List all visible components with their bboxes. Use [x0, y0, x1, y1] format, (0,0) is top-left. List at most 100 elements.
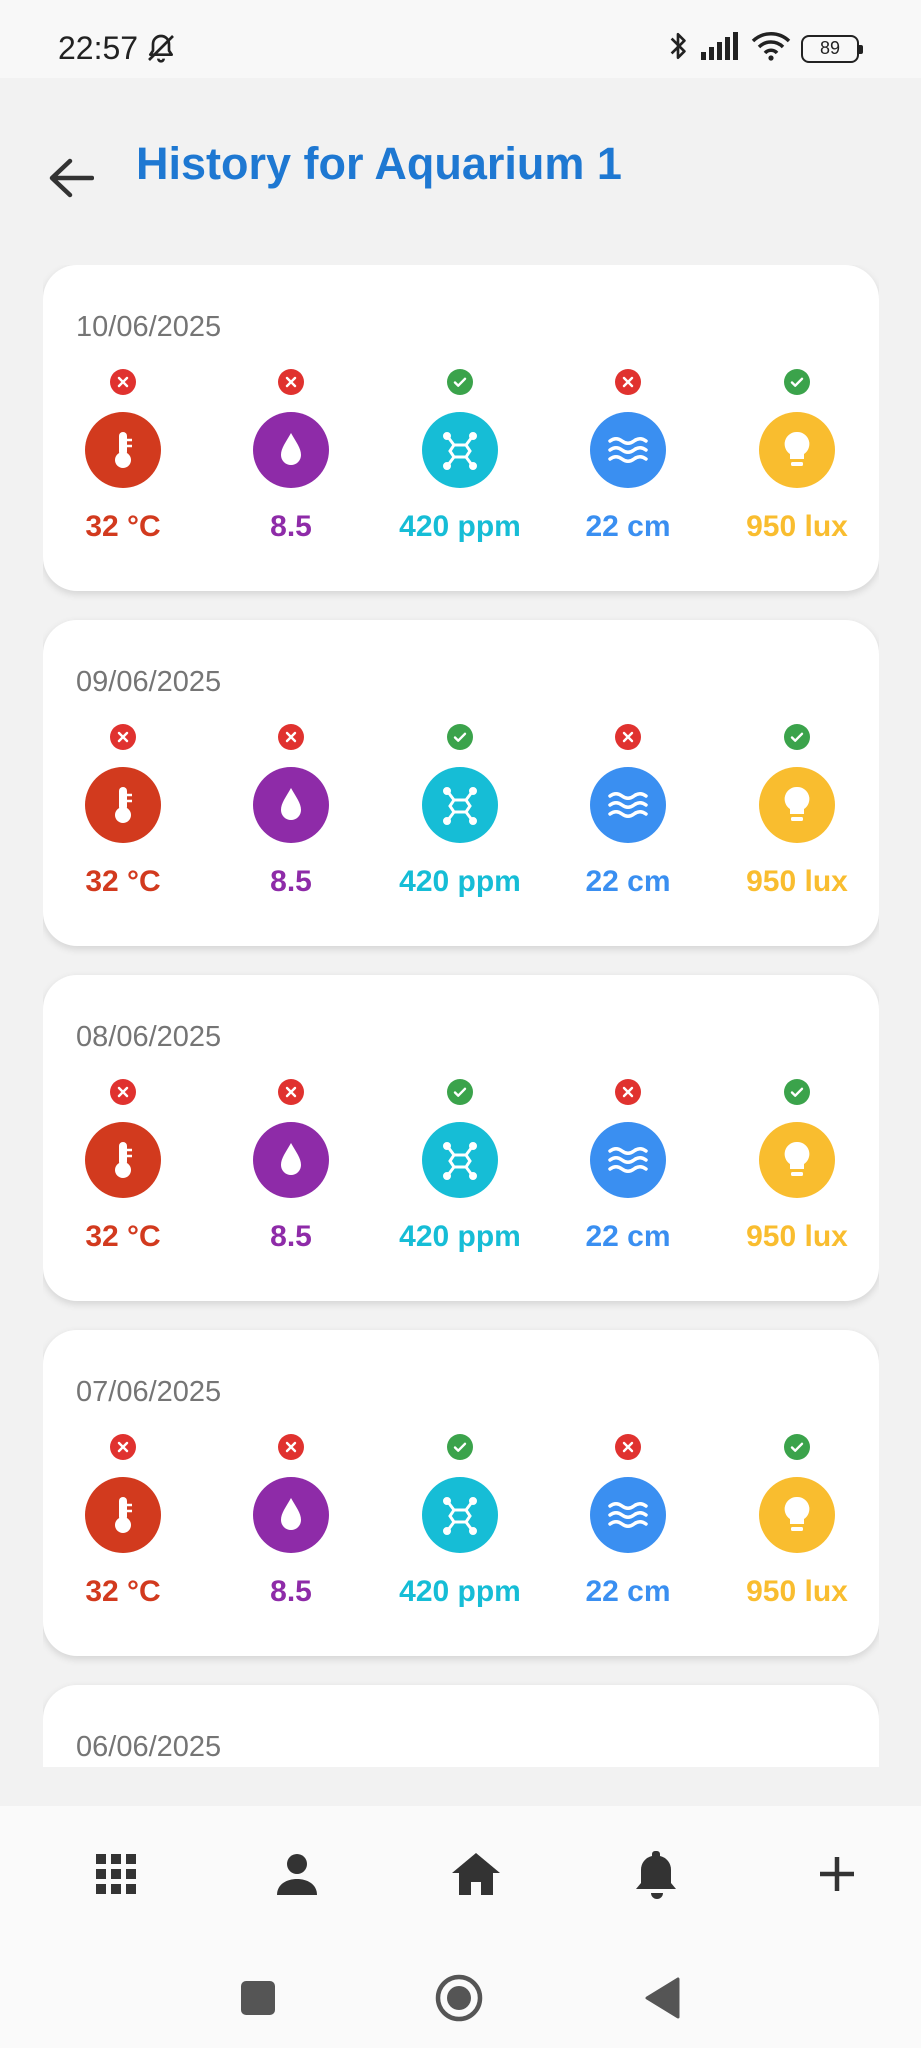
metric-tds: 420 ppm — [380, 724, 540, 899]
thermometer-icon — [85, 412, 161, 488]
bell-icon — [635, 1849, 679, 1904]
check-circle-icon — [447, 724, 473, 750]
error-circle-icon — [615, 369, 641, 395]
metric-light: 950 lux — [717, 724, 877, 899]
home-circle-icon — [434, 1973, 484, 2028]
metric-tds: 420 ppm — [380, 369, 540, 544]
thermometer-icon — [85, 1477, 161, 1553]
battery-indicator: 89 — [801, 34, 863, 63]
history-card[interactable]: 07/06/2025 32 °C 8.5 420 ppm 22 cm 950 lux — [43, 1330, 879, 1656]
check-circle-icon — [447, 1079, 473, 1105]
card-date: 06/06/2025 — [76, 1731, 222, 1763]
person-icon — [276, 1853, 318, 1900]
metric-value: 22 cm — [585, 865, 671, 898]
history-card[interactable]: 08/06/2025 32 °C 8.5 420 ppm 22 cm 950 lux — [43, 975, 879, 1301]
metric-value: 950 lux — [746, 1575, 848, 1608]
metric-light: 950 lux — [717, 1079, 877, 1254]
system-back-button[interactable] — [632, 1970, 692, 2030]
metric-value: 8.5 — [270, 1575, 312, 1608]
error-circle-icon — [110, 1434, 136, 1460]
waves-icon — [590, 1477, 666, 1553]
error-circle-icon — [615, 1079, 641, 1105]
metric-ph: 8.5 — [211, 1434, 371, 1609]
check-circle-icon — [784, 369, 810, 395]
metric-value: 22 cm — [585, 1220, 671, 1253]
error-circle-icon — [278, 1434, 304, 1460]
nav-home-button[interactable] — [446, 1846, 506, 1906]
error-circle-icon — [278, 369, 304, 395]
history-list[interactable]: 10/06/2025 32 °C 8.5 420 ppm 22 cm 950 lux 09/… — [43, 265, 879, 1767]
drop-icon — [253, 1477, 329, 1553]
bluetooth-icon — [665, 30, 691, 67]
error-circle-icon — [615, 724, 641, 750]
error-circle-icon — [110, 369, 136, 395]
error-circle-icon — [278, 1079, 304, 1105]
metric-value: 32 °C — [85, 1220, 161, 1253]
metric-temperature: 32 °C — [43, 369, 203, 544]
lightbulb-icon — [759, 767, 835, 843]
thermometer-icon — [85, 767, 161, 843]
metric-value: 22 cm — [585, 510, 671, 543]
metric-tds: 420 ppm — [380, 1434, 540, 1609]
grid-icon — [96, 1853, 136, 1899]
metric-water-level: 22 cm — [548, 724, 708, 899]
wifi-icon — [751, 31, 791, 66]
drop-icon — [253, 767, 329, 843]
plus-icon — [818, 1855, 856, 1898]
error-circle-icon — [110, 724, 136, 750]
history-card[interactable]: 10/06/2025 32 °C 8.5 420 ppm 22 cm 950 lux — [43, 265, 879, 591]
waves-icon — [590, 412, 666, 488]
metric-value: 8.5 — [270, 865, 312, 898]
metric-value: 32 °C — [85, 865, 161, 898]
metric-value: 420 ppm — [399, 510, 521, 543]
metric-value: 32 °C — [85, 510, 161, 543]
card-date: 09/06/2025 — [76, 666, 222, 698]
molecule-icon — [422, 412, 498, 488]
metric-temperature: 32 °C — [43, 1079, 203, 1254]
molecule-icon — [422, 767, 498, 843]
thermometer-icon — [85, 1122, 161, 1198]
signal-icon — [701, 32, 741, 65]
drop-icon — [253, 412, 329, 488]
bell-off-icon — [145, 32, 177, 64]
check-circle-icon — [784, 1434, 810, 1460]
metric-ph: 8.5 — [211, 1079, 371, 1254]
nav-grid-button[interactable] — [86, 1846, 146, 1906]
nav-add-button[interactable] — [807, 1846, 867, 1906]
metric-value: 420 ppm — [399, 1575, 521, 1608]
status-bar: 22:57 89 — [0, 0, 921, 78]
lightbulb-icon — [759, 412, 835, 488]
metric-light: 950 lux — [717, 369, 877, 544]
metric-water-level: 22 cm — [548, 369, 708, 544]
history-card[interactable]: 09/06/2025 32 °C 8.5 420 ppm 22 cm 950 lux — [43, 620, 879, 946]
metric-value: 22 cm — [585, 1575, 671, 1608]
metric-value: 420 ppm — [399, 1220, 521, 1253]
metric-value: 8.5 — [270, 1220, 312, 1253]
error-circle-icon — [615, 1434, 641, 1460]
system-home-button[interactable] — [429, 1970, 489, 2030]
nav-profile-button[interactable] — [267, 1846, 327, 1906]
metric-temperature: 32 °C — [43, 724, 203, 899]
check-circle-icon — [784, 1079, 810, 1105]
card-date: 10/06/2025 — [76, 311, 222, 343]
metric-value: 420 ppm — [399, 865, 521, 898]
waves-icon — [590, 767, 666, 843]
recents-icon — [241, 1980, 275, 2020]
molecule-icon — [422, 1477, 498, 1553]
check-circle-icon — [447, 1434, 473, 1460]
lightbulb-icon — [759, 1477, 835, 1553]
back-button[interactable] — [46, 155, 96, 205]
error-circle-icon — [278, 724, 304, 750]
metric-ph: 8.5 — [211, 724, 371, 899]
nav-notifications-button[interactable] — [627, 1846, 687, 1906]
metric-value: 8.5 — [270, 510, 312, 543]
system-recents-button[interactable] — [228, 1970, 288, 2030]
check-circle-icon — [784, 724, 810, 750]
lightbulb-icon — [759, 1122, 835, 1198]
metric-light: 950 lux — [717, 1434, 877, 1609]
waves-icon — [590, 1122, 666, 1198]
drop-icon — [253, 1122, 329, 1198]
history-card[interactable]: 06/06/2025 — [43, 1685, 879, 1767]
home-icon — [452, 1852, 500, 1900]
metric-value: 950 lux — [746, 865, 848, 898]
